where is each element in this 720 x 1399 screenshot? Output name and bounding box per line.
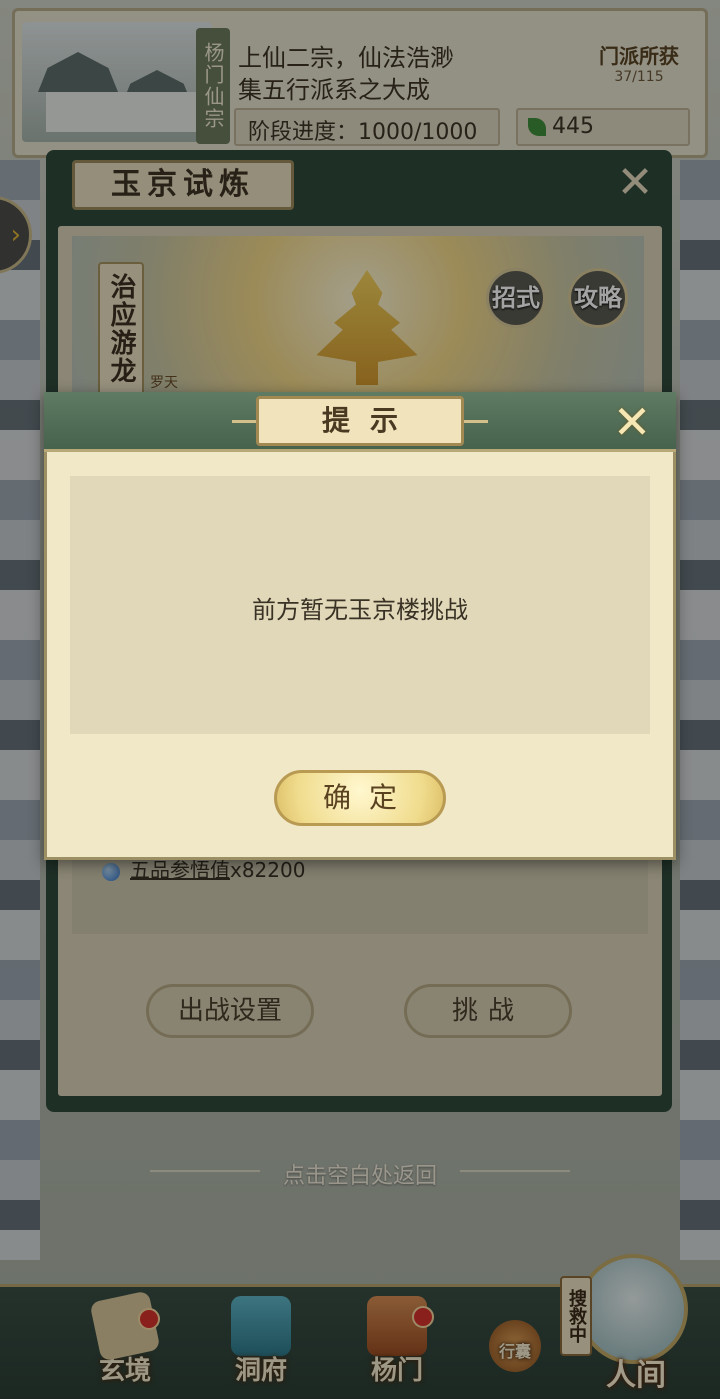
title-ornament-right [462,420,488,423]
dialog-title: 提示 [256,396,464,446]
close-icon: ✕ [612,395,652,449]
confirm-button[interactable]: 确定 [274,770,446,826]
title-ornament-left [232,420,258,423]
dialog-message: 前方暂无玉京楼挑战 [252,596,468,624]
dialog-close-button[interactable]: ✕ [608,398,656,446]
